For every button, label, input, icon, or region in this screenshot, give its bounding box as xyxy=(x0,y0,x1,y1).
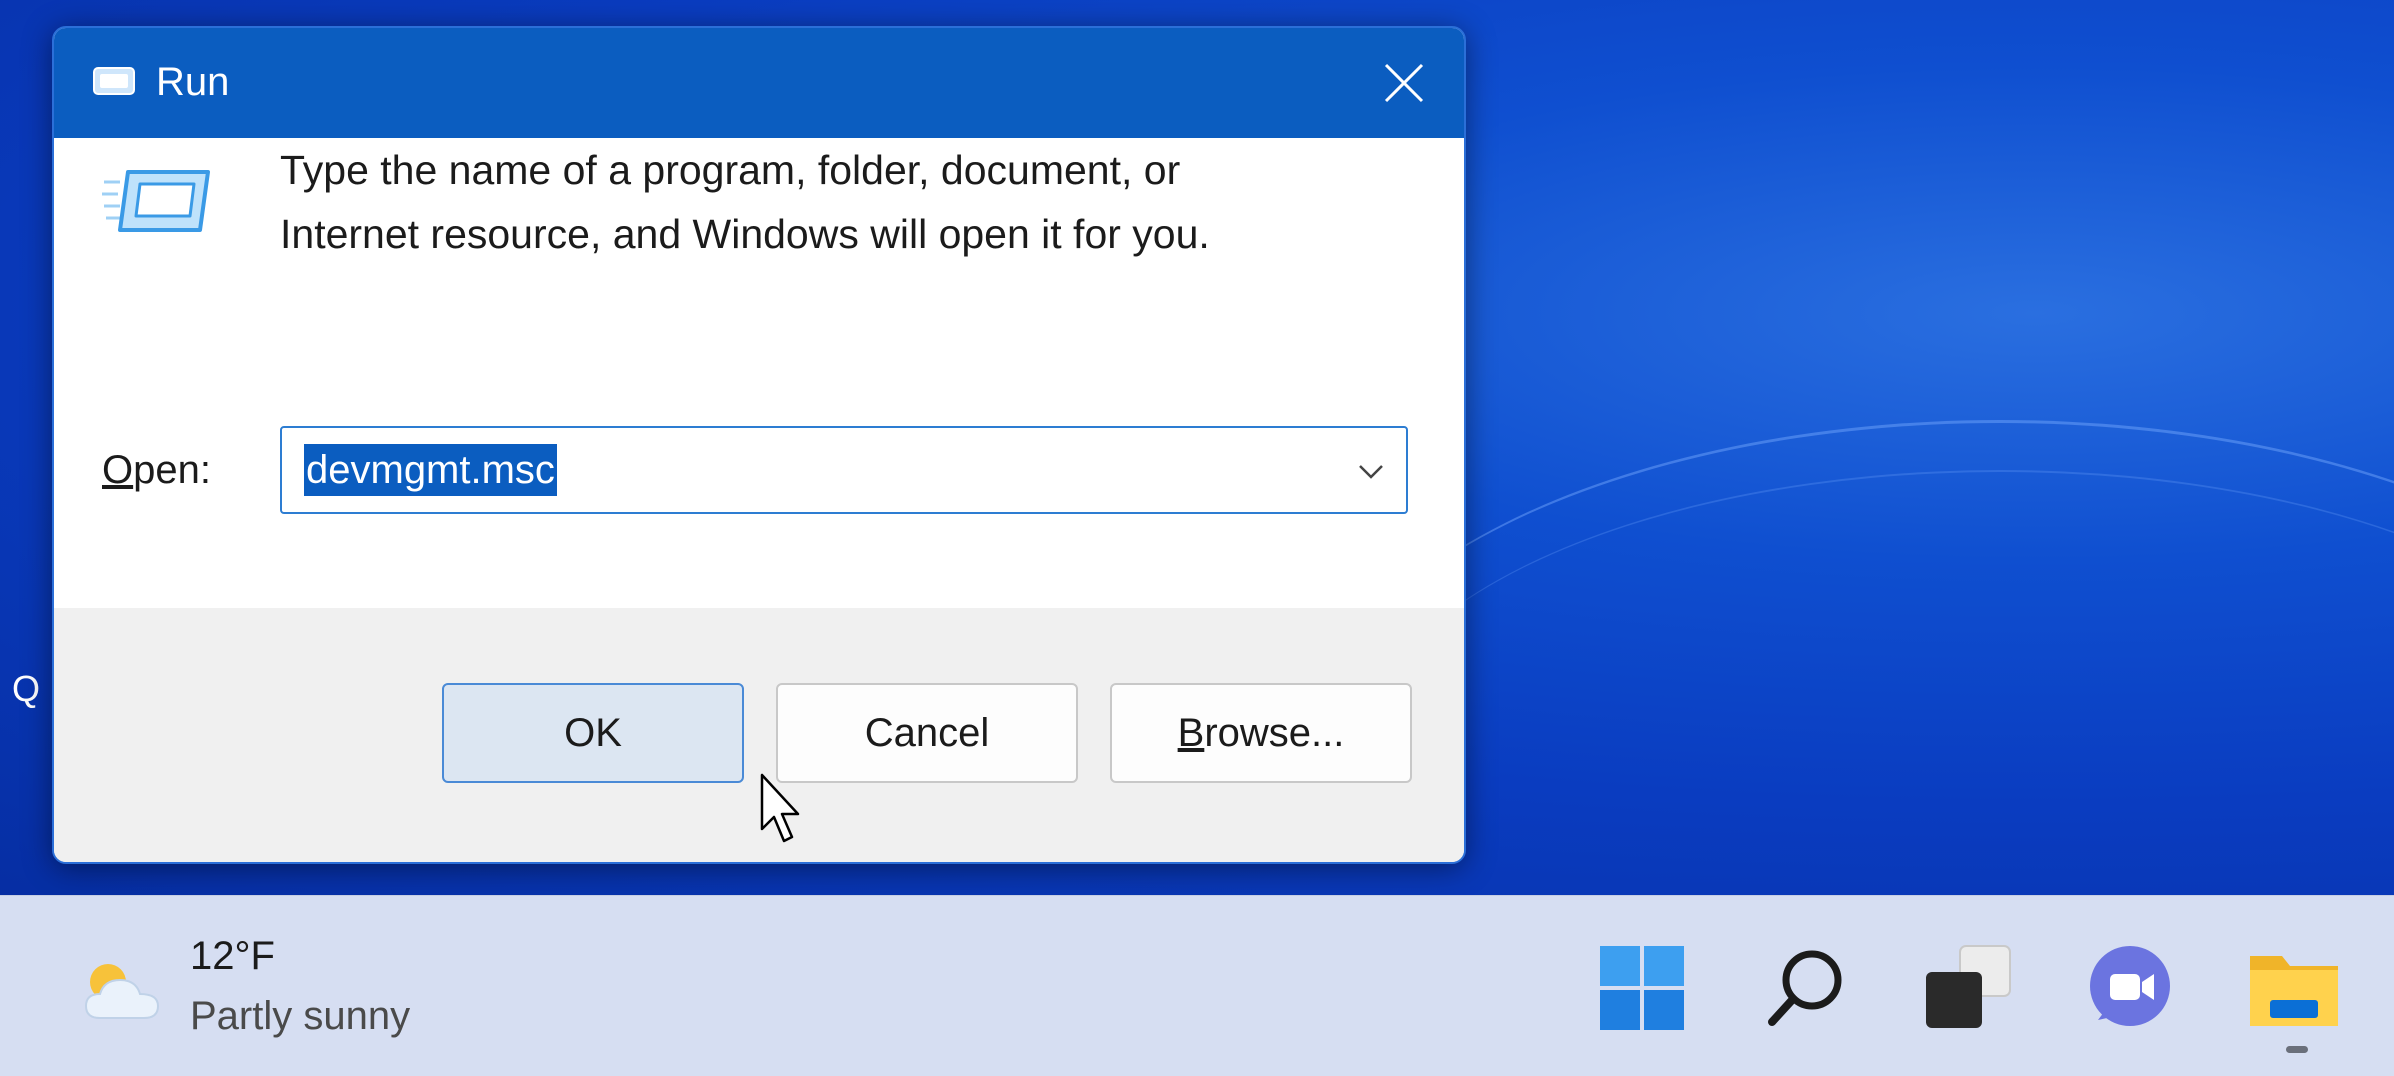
description-line-2: Internet resource, and Windows will open… xyxy=(280,202,1380,266)
open-label: Open: xyxy=(102,448,211,493)
mouse-cursor-icon xyxy=(758,773,806,847)
running-indicator xyxy=(2286,1046,2308,1053)
desktop-partial-label[interactable]: Q xyxy=(12,668,40,710)
run-dialog: Run Type the name of a program, folder, … xyxy=(52,26,1466,864)
chat-icon[interactable] xyxy=(2084,940,2180,1036)
run-program-icon xyxy=(100,158,214,244)
start-icon[interactable] xyxy=(1594,940,1690,1036)
open-label-accelerator: O xyxy=(102,448,133,492)
weather-condition[interactable]: Partly sunny xyxy=(190,994,410,1039)
ok-button[interactable]: OK xyxy=(442,683,744,783)
partly-sunny-icon[interactable] xyxy=(78,956,168,1026)
file-explorer-icon[interactable] xyxy=(2246,940,2342,1036)
chevron-down-icon[interactable] xyxy=(1354,454,1388,488)
open-label-text: pen: xyxy=(133,448,211,492)
title-bar[interactable]: Run xyxy=(54,28,1464,138)
close-button[interactable] xyxy=(1344,28,1464,138)
weather-temperature[interactable]: 12°F xyxy=(190,934,275,979)
dialog-description: Type the name of a program, folder, docu… xyxy=(280,138,1380,266)
close-icon xyxy=(1384,63,1424,103)
browse-label: rowse... xyxy=(1204,711,1344,756)
browse-button[interactable]: Browse... xyxy=(1110,683,1412,783)
browse-accelerator: B xyxy=(1178,711,1205,756)
task-view-icon[interactable] xyxy=(1920,940,2016,1036)
run-icon xyxy=(88,66,136,98)
cancel-button[interactable]: Cancel xyxy=(776,683,1078,783)
taskbar: 12°F Partly sunny xyxy=(0,895,2394,1076)
screen: Q Run Type the name xyxy=(0,0,2394,1076)
open-input-value[interactable]: devmgmt.msc xyxy=(304,444,557,496)
open-combobox[interactable]: devmgmt.msc xyxy=(280,426,1408,514)
search-icon[interactable] xyxy=(1760,940,1856,1036)
dialog-title: Run xyxy=(156,60,229,105)
description-line-1: Type the name of a program, folder, docu… xyxy=(280,138,1380,202)
